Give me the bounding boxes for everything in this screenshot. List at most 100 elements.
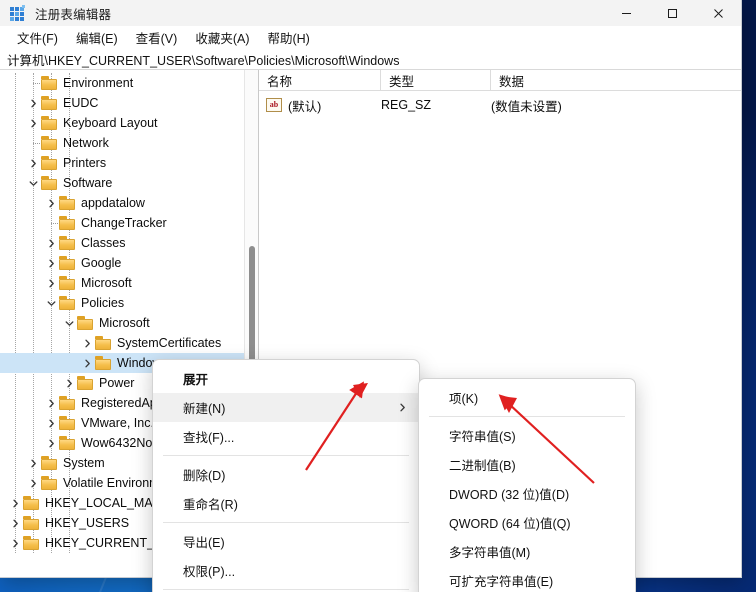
chevron-right-icon[interactable] — [8, 493, 23, 513]
chevron-right-icon[interactable] — [44, 393, 59, 413]
folder-icon — [77, 316, 94, 330]
menu-separator — [429, 416, 625, 417]
tree-node-label: Policies — [81, 296, 125, 310]
context-menu-item-label: 导出(E) — [183, 536, 225, 550]
chevron-down-icon[interactable] — [62, 313, 77, 333]
tree-node[interactable]: ChangeTracker — [0, 213, 258, 233]
chevron-down-icon[interactable] — [44, 293, 59, 313]
context-menu-item[interactable]: 查找(F)... — [153, 422, 419, 451]
submenu-item[interactable]: 二进制值(B) — [419, 450, 635, 479]
tree-node[interactable]: Microsoft — [0, 273, 258, 293]
submenu-item-label: 项(K) — [449, 392, 479, 406]
tree-node-label: VMware, Inc. — [81, 416, 154, 430]
tree-node-label: HKEY_USERS — [45, 516, 130, 530]
column-header-data[interactable]: 数据 — [491, 70, 741, 91]
context-menu-item[interactable]: 新建(N) — [153, 393, 419, 422]
context-menu-item-label: 权限(P)... — [183, 565, 236, 579]
chevron-right-icon[interactable] — [80, 333, 95, 353]
chevron-right-icon[interactable] — [62, 373, 77, 393]
submenu-item[interactable]: DWORD (32 位)值(D) — [419, 479, 635, 508]
folder-icon — [59, 396, 76, 410]
tree-node[interactable]: EUDC — [0, 93, 258, 113]
chevron-right-icon[interactable] — [44, 273, 59, 293]
folder-icon — [23, 496, 40, 510]
tree-node[interactable]: Printers — [0, 153, 258, 173]
chevron-right-icon[interactable] — [26, 153, 41, 173]
menu-help[interactable]: 帮助(H) — [258, 26, 318, 50]
maximize-button[interactable] — [649, 0, 695, 26]
chevron-right-icon[interactable] — [8, 533, 23, 553]
submenu-item[interactable]: 字符串值(S) — [419, 421, 635, 450]
menu-favorites[interactable]: 收藏夹(A) — [186, 26, 258, 50]
folder-icon — [77, 376, 94, 390]
values-list: ab (默认) REG_SZ (数值未设置) — [259, 91, 741, 115]
tree-node[interactable]: Microsoft — [0, 313, 258, 333]
column-header-type[interactable]: 类型 — [381, 70, 491, 91]
chevron-right-icon[interactable] — [26, 453, 41, 473]
submenu-item[interactable]: 项(K) — [419, 383, 635, 412]
chevron-right-icon[interactable] — [26, 93, 41, 113]
tree-node-label: Classes — [81, 236, 126, 250]
tree-leaf-connector — [26, 133, 41, 153]
chevron-right-icon[interactable] — [44, 413, 59, 433]
context-menu-item[interactable]: 导出(E) — [153, 527, 419, 556]
chevron-right-icon[interactable] — [44, 193, 59, 213]
chevron-right-icon[interactable] — [26, 113, 41, 133]
chevron-right-icon[interactable] — [8, 513, 23, 533]
submenu-item[interactable]: QWORD (64 位)值(Q) — [419, 508, 635, 537]
submenu-item-label: DWORD (32 位)值(D) — [449, 488, 570, 502]
menu-edit[interactable]: 编辑(E) — [67, 26, 127, 50]
tree-node[interactable]: Classes — [0, 233, 258, 253]
values-column-header: 名称 类型 数据 — [259, 70, 741, 91]
registry-path: 计算机\HKEY_CURRENT_USER\Software\Policies\… — [7, 53, 400, 68]
column-header-name[interactable]: 名称 — [259, 70, 381, 91]
folder-icon — [59, 296, 76, 310]
close-button[interactable] — [695, 0, 741, 26]
context-menu-item[interactable]: 删除(D) — [153, 460, 419, 489]
chevron-right-icon[interactable] — [44, 233, 59, 253]
ab-string-icon: ab — [266, 98, 282, 112]
folder-icon — [95, 356, 112, 370]
tree-node-label: SystemCertificates — [117, 336, 222, 350]
address-bar[interactable]: 计算机\HKEY_CURRENT_USER\Software\Policies\… — [0, 49, 741, 70]
tree-node-label: Network — [63, 136, 109, 150]
folder-icon — [23, 516, 40, 530]
context-menu-item[interactable]: 重命名(R) — [153, 489, 419, 518]
registry-editor-icon — [10, 5, 26, 21]
chevron-right-icon[interactable] — [26, 473, 41, 493]
folder-icon — [59, 236, 76, 250]
context-menu-item[interactable]: 展开 — [153, 364, 419, 393]
minimize-button[interactable] — [603, 0, 649, 26]
window-controls — [603, 0, 741, 26]
folder-icon — [23, 536, 40, 550]
tree-node[interactable]: Policies — [0, 293, 258, 313]
tree-node[interactable]: appdatalow — [0, 193, 258, 213]
menu-file[interactable]: 文件(F) — [8, 26, 67, 50]
chevron-right-icon — [398, 393, 407, 422]
context-menu-item[interactable]: 权限(P)... — [153, 556, 419, 585]
table-row[interactable]: ab (默认) REG_SZ (数值未设置) — [259, 95, 741, 115]
chevron-right-icon[interactable] — [44, 433, 59, 453]
tree-node[interactable]: Network — [0, 133, 258, 153]
context-menu-item-label: 展开 — [183, 373, 209, 387]
context-menu: 展开新建(N)查找(F)...删除(D)重命名(R)导出(E)权限(P)...复… — [152, 359, 420, 592]
tree-node[interactable]: Keyboard Layout — [0, 113, 258, 133]
menu-view[interactable]: 查看(V) — [127, 26, 187, 50]
folder-icon — [59, 256, 76, 270]
tree-node[interactable]: Google — [0, 253, 258, 273]
menu-bar: 文件(F) 编辑(E) 查看(V) 收藏夹(A) 帮助(H) — [0, 26, 741, 49]
menu-separator — [163, 455, 409, 456]
submenu-item-label: QWORD (64 位)值(Q) — [449, 517, 571, 531]
title-bar[interactable]: 注册表编辑器 — [0, 0, 741, 26]
chevron-down-icon[interactable] — [26, 173, 41, 193]
submenu-item[interactable]: 可扩充字符串值(E) — [419, 566, 635, 592]
tree-node-label: Software — [63, 176, 113, 190]
submenu-item[interactable]: 多字符串值(M) — [419, 537, 635, 566]
chevron-right-icon[interactable] — [80, 353, 95, 373]
window-title: 注册表编辑器 — [35, 7, 112, 22]
chevron-right-icon[interactable] — [44, 253, 59, 273]
tree-node[interactable]: SystemCertificates — [0, 333, 258, 353]
tree-node[interactable]: Software — [0, 173, 258, 193]
tree-node[interactable]: Environment — [0, 73, 258, 93]
folder-icon — [41, 456, 58, 470]
